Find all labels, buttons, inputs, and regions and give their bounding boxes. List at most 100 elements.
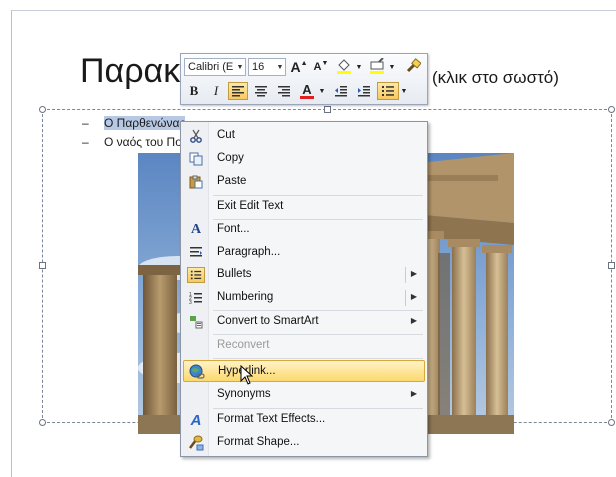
menu-item-numbering[interactable]: 123 Numbering ▶: [183, 287, 425, 309]
menu-item-label: Paste: [217, 175, 247, 187]
format-shape-icon: [187, 435, 205, 451]
menu-item-copy[interactable]: Copy: [183, 148, 425, 170]
bullet-item[interactable]: – Ο ναός του Πο: [82, 135, 182, 149]
highlighter-icon: [370, 58, 384, 74]
align-center-button[interactable]: [251, 82, 271, 100]
svg-text:3: 3: [189, 300, 192, 305]
resize-handle-bottom-left[interactable]: [39, 419, 46, 426]
bullet-item[interactable]: – Ο Παρθενώνας: [82, 116, 186, 130]
menu-item-label: Cut: [217, 129, 235, 141]
align-left-icon: [232, 86, 244, 97]
chevron-down-icon[interactable]: ▼: [318, 82, 326, 100]
align-right-icon: [278, 86, 290, 97]
resize-handle-bottom-right[interactable]: [608, 419, 615, 426]
chevron-down-icon[interactable]: ▼: [388, 58, 396, 76]
highlighter-button[interactable]: [367, 57, 387, 75]
menu-item-label: Format Text Effects...: [217, 413, 326, 425]
text-effects-icon: A: [190, 411, 202, 429]
menu-item-paragraph[interactable]: Paragraph...: [183, 242, 425, 264]
paint-bucket-icon: [337, 59, 351, 74]
scissors-icon: [187, 128, 205, 144]
slide-edge-left: [11, 10, 12, 477]
paragraph-icon: [187, 245, 205, 261]
italic-button[interactable]: I: [206, 82, 226, 100]
menu-item-label: Bullets: [217, 268, 252, 280]
menu-item-convert-to-smartart[interactable]: Convert to SmartArt ▶: [183, 311, 425, 333]
menu-item-bullets[interactable]: Bullets ▶: [183, 264, 425, 286]
format-painter-button[interactable]: [403, 57, 423, 75]
slide-edge-top: [11, 10, 616, 11]
numbering-icon: 123: [187, 290, 205, 306]
chevron-down-icon[interactable]: ▼: [235, 59, 245, 75]
submenu-arrow-icon: ▶: [410, 316, 417, 325]
font-name-value: Calibri (E: [188, 61, 234, 73]
menu-item-label: Synonyms: [217, 388, 271, 400]
resize-handle-middle-right[interactable]: [608, 262, 615, 269]
increase-indent-icon: [358, 86, 370, 97]
align-center-icon: [255, 86, 267, 97]
bullets-icon: [187, 267, 205, 283]
menu-item-label: Numbering: [217, 291, 274, 303]
increase-indent-button[interactable]: [354, 82, 374, 100]
paste-icon: [187, 174, 205, 190]
menu-separator: [213, 358, 423, 359]
submenu-arrow-icon: ▶: [410, 389, 417, 398]
menu-item-exit-edit-text[interactable]: Exit Edit Text: [183, 196, 425, 218]
font-icon: A: [190, 222, 202, 237]
resize-handle-top-right[interactable]: [608, 106, 615, 113]
bullet-text[interactable]: Ο ναός του Πο: [104, 135, 182, 149]
decrease-indent-icon: [335, 86, 347, 97]
menu-item-label: Convert to SmartArt: [217, 315, 319, 327]
bullets-button[interactable]: [377, 82, 399, 100]
resize-handle-top-left[interactable]: [39, 106, 46, 113]
menu-item-format-shape[interactable]: Format Shape...: [183, 432, 425, 454]
menu-item-label: Font...: [217, 223, 250, 235]
font-size-combo[interactable]: 16 ▼: [248, 58, 286, 76]
font-name-combo[interactable]: Calibri (E ▼: [184, 58, 246, 76]
menu-item-hyperlink[interactable]: Hyperlink...: [183, 360, 425, 382]
menu-item-label: Reconvert: [217, 339, 270, 351]
context-menu: Cut Copy Paste Exit Edit Text A Font... …: [180, 121, 428, 457]
grow-font-button[interactable]: A ▲: [289, 58, 309, 76]
menu-item-format-text-effects[interactable]: A Format Text Effects...: [183, 409, 425, 431]
hyperlink-icon: [188, 364, 206, 380]
chevron-down-icon[interactable]: ▼: [275, 59, 285, 75]
text-highlight-button[interactable]: [334, 57, 354, 75]
chevron-down-icon[interactable]: ▼: [355, 58, 363, 76]
menu-item-synonyms[interactable]: Synonyms ▶: [183, 384, 425, 406]
copy-icon: [187, 151, 205, 167]
resize-handle-middle-left[interactable]: [39, 262, 46, 269]
align-right-button[interactable]: [274, 82, 294, 100]
menu-item-paste[interactable]: Paste: [183, 171, 425, 193]
slide-title-continued[interactable]: (κλικ στο σωστό): [432, 68, 559, 88]
bullets-icon: [382, 86, 394, 96]
submenu-divider: [405, 290, 406, 306]
menu-item-label: Copy: [217, 152, 244, 164]
mini-formatting-toolbar: Calibri (E ▼ 16 ▼ A ▲ A ▼ ▼ ▼ B I A ▼ ▼: [180, 53, 428, 105]
menu-item-label: Paragraph...: [217, 246, 281, 258]
menu-item-font[interactable]: A Font...: [183, 219, 425, 241]
bold-button[interactable]: B: [184, 82, 204, 100]
menu-item-cut[interactable]: Cut: [183, 125, 425, 147]
bold-icon: B: [189, 83, 199, 98]
menu-item-label: Format Shape...: [217, 436, 300, 448]
bullet-dash: –: [82, 116, 89, 130]
font-color-bar: [300, 95, 314, 99]
decrease-indent-button[interactable]: [331, 82, 351, 100]
align-left-button[interactable]: [228, 82, 248, 100]
bullet-text-selected[interactable]: Ο Παρθενώνας: [104, 116, 186, 130]
shrink-font-button[interactable]: A ▼: [311, 58, 331, 76]
italic-icon: I: [213, 83, 219, 98]
menu-item-label: Exit Edit Text: [217, 200, 284, 212]
font-color-button[interactable]: A: [297, 82, 317, 100]
mouse-cursor-icon: [240, 365, 254, 385]
font-color-icon: A: [302, 81, 312, 97]
submenu-arrow-icon: ▶: [410, 269, 417, 278]
submenu-divider: [405, 267, 406, 283]
menu-item-reconvert: Reconvert: [183, 335, 425, 357]
slide-title[interactable]: Παρακ: [80, 52, 180, 91]
font-size-value: 16: [252, 61, 265, 73]
chevron-down-icon[interactable]: ▼: [400, 82, 408, 100]
resize-handle-top-middle[interactable]: [324, 106, 331, 113]
submenu-arrow-icon: ▶: [410, 292, 417, 301]
